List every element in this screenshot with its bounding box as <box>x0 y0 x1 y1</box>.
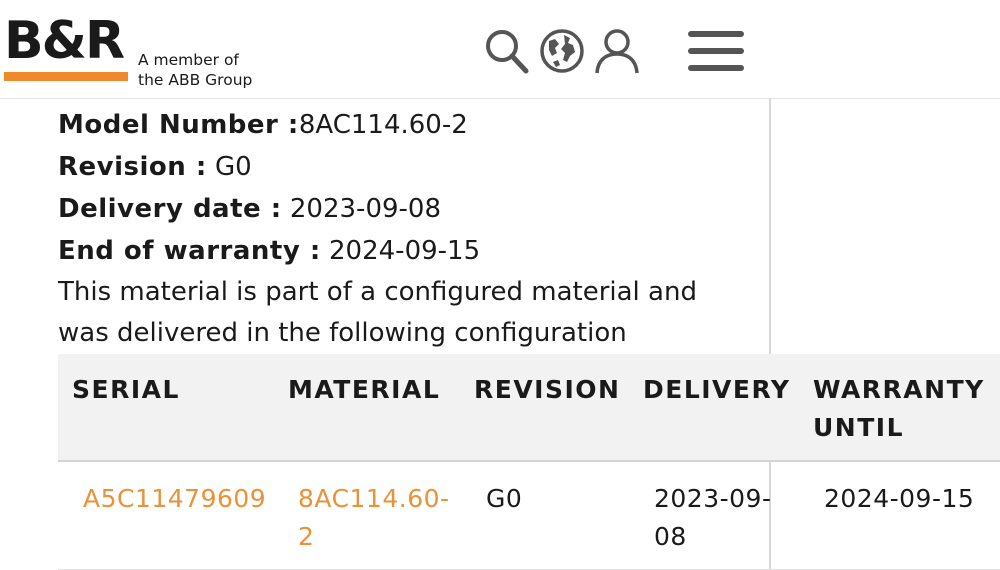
model-number-value: 8AC114.60-2 <box>298 110 468 140</box>
product-info: Model Number :8AC114.60-2 Revision : G0 … <box>58 104 778 354</box>
header-warranty-line1: WARRANTY <box>813 375 985 404</box>
table-header: SERIAL MATERIAL REVISION DELIVERY WARRAN… <box>58 354 1000 462</box>
logo-wordmark: B&R <box>4 11 125 71</box>
search-icon[interactable] <box>479 24 533 78</box>
globe-icon[interactable] <box>535 24 589 78</box>
header-serial: SERIAL <box>72 375 180 404</box>
material-link-line2: 2 <box>298 522 315 551</box>
br-logo[interactable]: B&R A member of the ABB Group <box>4 12 254 92</box>
revision-cell: G0 <box>486 484 523 513</box>
logo-tagline-line1: A member of <box>138 51 239 69</box>
configuration-note: This material is part of a configured ma… <box>58 277 697 348</box>
header-material: MATERIAL <box>288 375 441 404</box>
logo-tagline: A member of the ABB Group <box>138 50 252 90</box>
header-revision: REVISION <box>474 375 621 404</box>
model-number-label: Model Number : <box>58 110 299 140</box>
hamburger-menu-icon[interactable] <box>686 24 746 78</box>
site-header: B&R A member of the ABB Group <box>0 0 1000 99</box>
end-of-warranty-row: End of warranty : 2024-09-15 <box>58 230 778 272</box>
model-number-row: Model Number :8AC114.60-2 <box>58 104 778 146</box>
serial-link[interactable]: A5C11479609 <box>83 480 266 518</box>
delivery-date-value: 2023-09-08 <box>289 194 441 224</box>
header-warranty-line2: UNTIL <box>813 413 905 442</box>
warranty-cell: 2024-09-15 <box>824 484 975 513</box>
header-delivery: DELIVERY <box>643 375 791 404</box>
revision-value: G0 <box>215 152 252 182</box>
delivery-cell-line1: 2023-09- <box>654 484 772 513</box>
table-row: A5C11479609 8AC114.60- 2 G0 2023-09- 08 … <box>58 462 1000 570</box>
end-of-warranty-label: End of warranty : <box>58 236 321 266</box>
end-of-warranty-value: 2024-09-15 <box>329 236 481 266</box>
material-link[interactable]: 8AC114.60- 2 <box>298 480 450 556</box>
header-warranty-until: WARRANTY UNTIL <box>813 371 985 447</box>
delivery-cell: 2023-09- 08 <box>654 480 771 556</box>
revision-row: Revision : G0 <box>58 146 778 188</box>
logo-tagline-line2: the ABB Group <box>138 71 253 89</box>
delivery-cell-line2: 08 <box>654 522 687 551</box>
delivery-date-row: Delivery date : 2023-09-08 <box>58 188 778 230</box>
material-link-line1: 8AC114.60- <box>298 484 450 513</box>
user-icon[interactable] <box>590 24 644 78</box>
delivery-date-label: Delivery date : <box>58 194 282 224</box>
revision-label: Revision : <box>58 152 207 182</box>
logo-orange-bar <box>4 72 128 81</box>
configuration-table: SERIAL MATERIAL REVISION DELIVERY WARRAN… <box>58 354 1000 570</box>
